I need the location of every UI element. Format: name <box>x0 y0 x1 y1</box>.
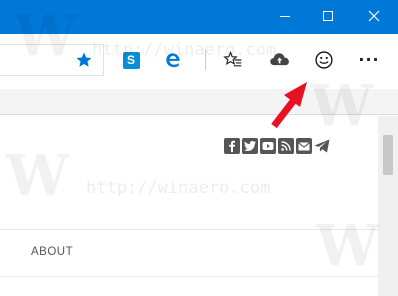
mail-icon[interactable] <box>296 138 312 154</box>
section-divider <box>0 229 378 230</box>
rss-icon[interactable] <box>278 138 294 154</box>
favorites-list-icon <box>223 50 242 67</box>
cloud-upload-icon <box>270 53 289 66</box>
scrollbar-thumb[interactable] <box>383 135 393 175</box>
edge-icon <box>166 53 180 68</box>
youtube-icon[interactable] <box>260 138 276 154</box>
favorites-bar-area <box>0 89 398 115</box>
minimize-icon <box>280 16 290 17</box>
maximize-button[interactable] <box>307 0 349 32</box>
facebook-icon[interactable] <box>224 138 240 154</box>
cloud-upload-button[interactable] <box>267 47 293 73</box>
skype-icon: S <box>122 51 140 69</box>
skype-icon-letter: S <box>126 53 135 67</box>
nav-about-link[interactable]: ABOUT <box>31 246 73 258</box>
feedback-emoji-button[interactable] <box>311 47 337 73</box>
maximize-icon <box>323 11 333 21</box>
toolbar-separator <box>205 50 206 70</box>
browser-window: S ··· ABOUT <box>0 0 398 296</box>
favorites-bar-button[interactable] <box>220 47 246 73</box>
section-divider-lower <box>0 276 378 277</box>
twitter-icon[interactable] <box>242 138 258 154</box>
minimize-button[interactable] <box>264 0 306 32</box>
smiley-icon <box>315 51 333 69</box>
more-icon: ··· <box>358 50 380 69</box>
browser-toolbar: S ··· <box>0 34 398 89</box>
close-button[interactable] <box>353 0 395 32</box>
web-page: ABOUT <box>0 116 398 296</box>
social-links <box>224 138 330 154</box>
skype-extension-button[interactable]: S <box>118 47 144 73</box>
favorite-star-button[interactable] <box>71 47 97 73</box>
title-bar <box>0 0 398 34</box>
annotation-arrow <box>271 82 307 129</box>
star-icon <box>76 52 92 67</box>
more-menu-button[interactable]: ··· <box>356 47 382 73</box>
telegram-icon[interactable] <box>314 138 330 154</box>
edge-extension-button[interactable] <box>160 47 186 73</box>
close-icon <box>368 10 380 22</box>
